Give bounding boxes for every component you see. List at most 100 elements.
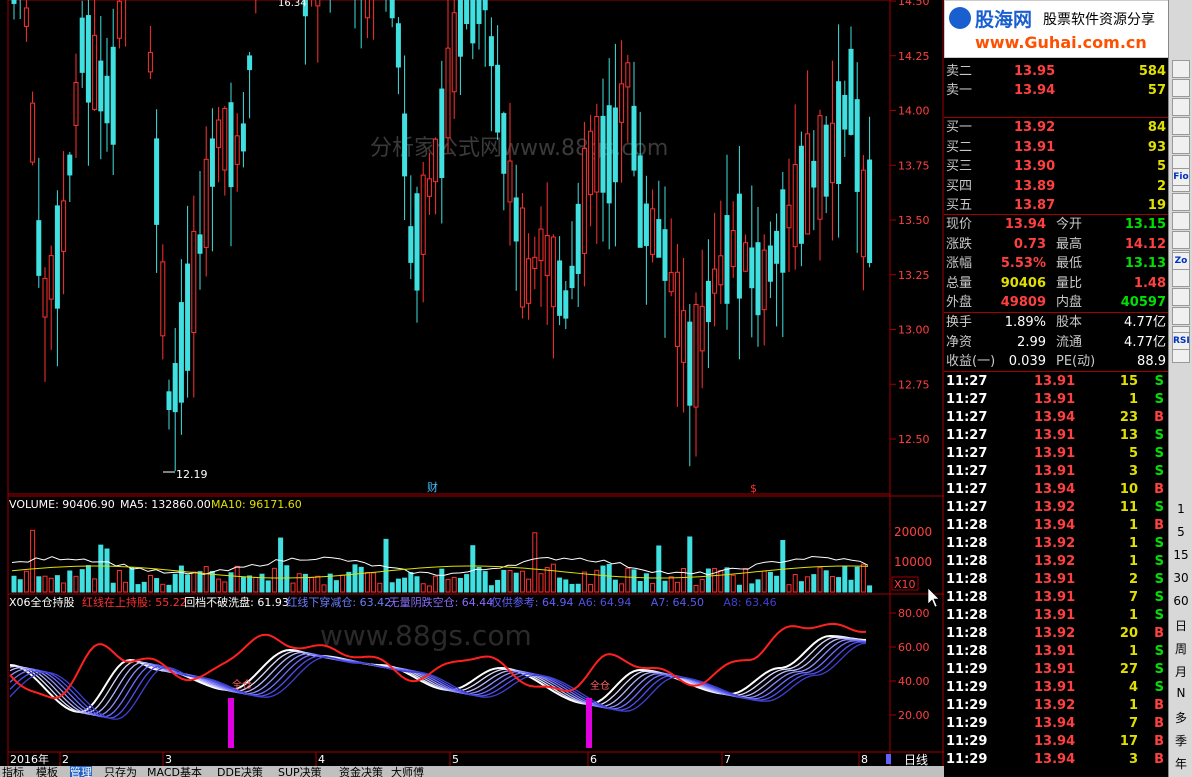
toolbar-icon[interactable] <box>1172 212 1190 230</box>
toolbar-icon[interactable] <box>1172 79 1190 97</box>
bottom-tab[interactable]: SUP决策 <box>278 766 322 777</box>
quote-cell: 88.9 <box>1137 354 1166 369</box>
toolbar-button[interactable]: Fio <box>1172 168 1190 186</box>
bottom-tab[interactable]: 只存为 <box>104 766 137 777</box>
volume-bar <box>544 567 550 593</box>
legend-item: A7: 64.50 <box>651 596 704 609</box>
toolbar-icon[interactable] <box>1172 98 1190 116</box>
tick-row: 11:27 13.92 11 S <box>944 498 1168 517</box>
quote-cell: 1.48 <box>1133 275 1166 291</box>
volume-bar <box>743 568 749 593</box>
bottom-tab[interactable]: 资金决策 <box>339 766 383 777</box>
volume-bar <box>178 565 184 593</box>
quote-cell: S <box>1154 680 1164 695</box>
volume-bar <box>606 563 612 593</box>
quote-cell: 13.94 <box>1004 217 1046 232</box>
candle-body <box>563 290 569 319</box>
quote-cell: 2.99 <box>1017 334 1046 350</box>
bottom-tab[interactable]: 指标 <box>2 766 24 777</box>
quote-cell: 11:29 <box>946 662 988 677</box>
quote-cell: 11:28 <box>946 626 988 641</box>
volume-bar <box>557 577 563 593</box>
volume-bar <box>774 575 780 593</box>
toolbar-icon[interactable] <box>1172 117 1190 135</box>
price-tick: 13.50 <box>898 214 930 227</box>
volume-bar <box>191 571 197 593</box>
toolbar-icon[interactable] <box>1172 307 1190 325</box>
candle-body <box>110 46 116 145</box>
quote-cell: 13.94 <box>1034 716 1076 731</box>
period-button[interactable]: N <box>1171 686 1191 700</box>
volume-bar <box>67 570 73 593</box>
quote-cell: 11:29 <box>946 752 988 767</box>
candle-body <box>619 83 625 123</box>
period-button[interactable]: 多 <box>1171 709 1191 726</box>
toolbar-icon[interactable] <box>1172 193 1190 211</box>
volume-ma5: MA5: 132860.00 <box>120 498 211 511</box>
period-button[interactable]: 年 <box>1171 755 1191 772</box>
quote-cell: 13 <box>1119 428 1138 443</box>
candle-body <box>178 302 184 403</box>
quote-cell: B <box>1154 518 1164 533</box>
volume-bar <box>166 584 172 593</box>
quote-cell: 11:27 <box>946 500 988 515</box>
toolbar-icon[interactable] <box>1172 288 1190 306</box>
volume-bar <box>333 580 339 593</box>
volume-unit[interactable]: X10 <box>894 578 916 591</box>
finance-marker-icon[interactable]: 财 <box>427 480 438 494</box>
quote-cell: 买三 <box>946 159 973 174</box>
quote-cell: 13.91 <box>1034 392 1076 407</box>
volume-bar <box>867 585 873 593</box>
period-button[interactable]: 15 <box>1171 548 1191 562</box>
bottom-tab[interactable]: 模板 <box>36 766 58 777</box>
quote-cell: B <box>1154 626 1164 641</box>
quote-cell: 13.94 <box>1034 518 1076 533</box>
volume-bar <box>736 584 742 593</box>
period-button[interactable]: 月 <box>1171 663 1191 680</box>
period-button[interactable]: 周 <box>1171 640 1191 657</box>
period-button[interactable]: 日 <box>1171 617 1191 634</box>
candle-body <box>606 105 612 204</box>
period-label[interactable]: 日线 <box>904 753 928 766</box>
period-button[interactable]: 30 <box>1171 571 1191 585</box>
toolbar-icon[interactable] <box>1172 60 1190 78</box>
toolbar-button[interactable]: Zo <box>1172 252 1190 270</box>
bottom-tab[interactable]: DDE决策 <box>217 766 263 777</box>
toolbar-icon[interactable] <box>1172 136 1190 154</box>
volume-bar <box>631 569 637 593</box>
candle-body <box>526 258 532 304</box>
bottom-tab[interactable]: MACD基本 <box>147 766 202 777</box>
period-button[interactable]: 5 <box>1171 525 1191 539</box>
quote-cell: 13.91 <box>1014 139 1056 155</box>
period-button[interactable]: 60 <box>1171 594 1191 608</box>
candle-body <box>426 178 432 197</box>
quote-cell: 13.91 <box>1034 446 1076 461</box>
event-marker-icon[interactable]: $ <box>750 482 757 495</box>
quote-cell: 11:28 <box>946 536 988 551</box>
volume-bar <box>457 577 463 593</box>
period-button[interactable]: 季 <box>1171 732 1191 749</box>
toolbar-button[interactable]: RSI <box>1172 332 1190 350</box>
quote-cell: S <box>1154 608 1164 623</box>
candle-body <box>247 55 253 71</box>
tick-row: 11:27 13.91 5 S <box>944 444 1168 463</box>
bottom-tab[interactable]: 管理 <box>70 766 92 777</box>
candle-body <box>625 62 631 88</box>
quote-cell: 3 <box>1128 752 1138 767</box>
volume-bar <box>792 574 798 593</box>
quote-cell: 57 <box>1147 83 1166 98</box>
candle-body <box>116 0 122 39</box>
toolbar-icon[interactable] <box>1172 231 1190 249</box>
quote-cell: 11:28 <box>946 608 988 623</box>
period-button[interactable]: 1 <box>1171 502 1191 516</box>
legend-item: 无量阴跌空仓: 64.44 <box>389 595 494 609</box>
bottom-tab[interactable]: 大师傅 <box>391 766 424 777</box>
quote-cell: 11:27 <box>946 464 988 479</box>
mouse-cursor-icon <box>927 587 940 608</box>
toolbar-icon[interactable] <box>1172 269 1190 287</box>
buy-row: 买三 13.90 5 <box>944 157 1168 176</box>
quote-cell: 4.77亿 <box>1124 315 1166 330</box>
candle-body <box>147 51 153 73</box>
price-tick: 12.50 <box>898 433 930 446</box>
chart-area[interactable]: 分析家公式网www.88gs.com www.88gs.com 16.2516.… <box>0 0 944 766</box>
